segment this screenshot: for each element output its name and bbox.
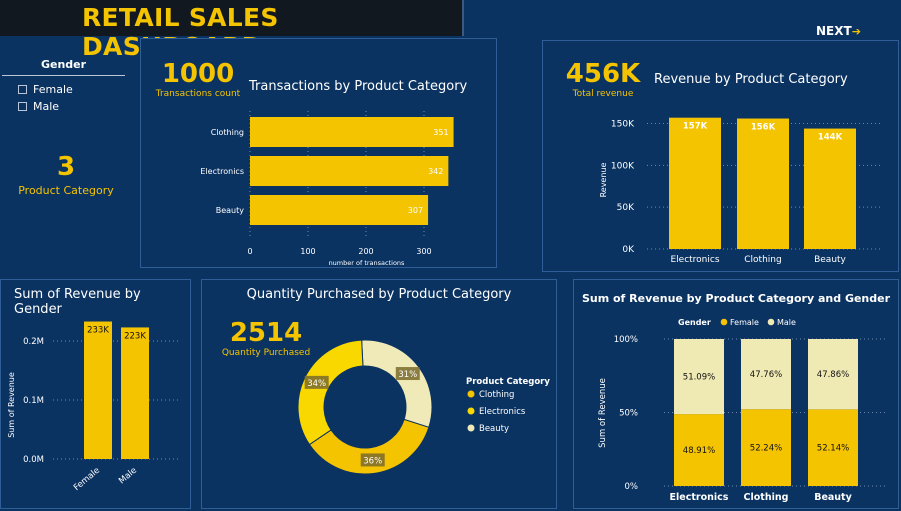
data-label: 31% <box>398 370 417 380</box>
data-label: 34% <box>307 379 326 389</box>
next-button[interactable]: NEXT➔ <box>816 24 861 38</box>
x-axis-label: number of transactions <box>329 259 405 267</box>
checkbox-icon <box>18 102 27 111</box>
transactions-chart: 0 100 200 300 Clothing 351 Electronics 342 Beaut… <box>200 111 454 267</box>
gender-revenue-chart: 0.0M 0.1M 0.2M 233K Female 223K Male Sum of Rev… <box>7 321 181 493</box>
x-tick-label: Clothing <box>744 255 781 265</box>
gender-slicer: Gender Female Male <box>2 58 125 113</box>
bar <box>250 117 454 147</box>
x-tick-label: 200 <box>358 247 373 256</box>
data-label: 52.24% <box>750 444 782 454</box>
y-tick-label: 100% <box>614 335 638 345</box>
x-tick-label: Electronics <box>670 492 729 503</box>
y-tick-label: 0.2M <box>23 337 44 347</box>
legend-marker <box>767 318 775 326</box>
legend-title: Product Category <box>466 377 550 387</box>
data-label: 52.14% <box>817 444 849 454</box>
checkbox-icon <box>18 85 27 94</box>
next-label: NEXT <box>816 24 852 38</box>
legend-label: Electronics <box>479 407 526 417</box>
stacked-revenue-panel: Sum of Revenue by Product Category and G… <box>573 279 899 509</box>
y-tick-label: 0K <box>622 245 635 255</box>
legend-marker <box>720 318 728 326</box>
data-label: 48.91% <box>683 446 715 456</box>
bar <box>84 321 112 459</box>
data-label: 307 <box>408 206 423 215</box>
legend-title: Gender <box>678 318 711 327</box>
data-label: 51.09% <box>683 373 715 383</box>
data-label: 156K <box>751 123 776 133</box>
y-tick-label: Beauty <box>216 206 245 215</box>
legend-label: Female <box>730 318 759 327</box>
legend-marker <box>467 407 475 415</box>
y-tick-label: 150K <box>611 120 635 130</box>
x-tick-label: 300 <box>416 247 431 256</box>
quantity-donut-chart: 31% 36% 34% Product Category Clothing Electro… <box>297 339 550 475</box>
kpi-label: Product Category <box>18 184 114 197</box>
legend-label: Male <box>777 318 796 327</box>
filter-option-male[interactable]: Male <box>18 100 125 113</box>
kpi-product-category: 3 Product Category <box>0 152 132 197</box>
transactions-panel: 1000 Transactions count Transactions by … <box>140 38 497 268</box>
x-tick-label: Beauty <box>814 492 852 503</box>
data-label: 157K <box>683 122 708 132</box>
y-tick-label: Clothing <box>211 128 244 137</box>
y-tick-label: 50% <box>619 409 638 419</box>
y-axis-label: Sum of Revenue <box>7 372 16 438</box>
filter-option-label: Male <box>33 100 60 113</box>
data-label: 47.86% <box>817 370 849 380</box>
y-axis-label: Sum of Revenue <box>598 378 608 448</box>
slicer-title: Gender <box>2 58 125 76</box>
y-tick-label: 100K <box>611 161 635 171</box>
bar <box>737 118 789 249</box>
x-tick-label: Beauty <box>814 255 846 265</box>
stacked-revenue-chart: 0% 50% 100% 48.91% 51.09% Electronics 52.24% 47… <box>598 318 886 503</box>
data-label: 342 <box>428 167 443 176</box>
arrow-right-icon: ➔ <box>851 25 861 38</box>
bar <box>121 327 149 459</box>
data-label: 36% <box>363 456 382 466</box>
x-tick-label: Female <box>72 466 102 493</box>
donut-slice <box>297 339 364 446</box>
data-label: 351 <box>433 128 448 137</box>
y-axis-label: Revenue <box>599 163 608 198</box>
donut-slice <box>361 339 433 428</box>
filter-option-female[interactable]: Female <box>18 83 125 96</box>
x-tick-label: Male <box>117 466 139 487</box>
data-label: 144K <box>818 133 843 143</box>
data-label: 233K <box>87 326 109 336</box>
bar <box>669 117 721 249</box>
y-tick-label: 50K <box>617 203 635 213</box>
y-tick-label: 0% <box>625 482 639 492</box>
y-tick-label: Electronics <box>200 167 244 176</box>
data-label: 47.76% <box>750 370 782 380</box>
y-tick-label: 0.0M <box>23 455 44 465</box>
revenue-category-panel: 456K Total revenue Revenue by Product Ca… <box>542 40 899 272</box>
legend-label: Clothing <box>479 390 514 400</box>
bar <box>250 195 429 225</box>
x-tick-label: 0 <box>247 247 252 256</box>
title-bar: RETAIL SALES DASHBOARD <box>0 0 464 61</box>
quantity-panel: Quantity Purchased by Product Category 2… <box>201 279 557 509</box>
revenue-category-chart: 0K 50K 100K 150K 157K Electronics 156K Clothing… <box>599 117 883 265</box>
filter-option-label: Female <box>33 83 73 96</box>
kpi-value: 3 <box>56 152 76 182</box>
y-tick-label: 0.1M <box>23 396 44 406</box>
legend-marker <box>467 390 475 398</box>
data-label: 223K <box>124 331 146 341</box>
legend-marker <box>467 424 475 432</box>
x-tick-label: Electronics <box>670 255 719 265</box>
bar <box>250 156 449 186</box>
x-tick-label: 100 <box>300 247 315 256</box>
bar <box>804 128 856 249</box>
legend-label: Beauty <box>479 424 509 434</box>
x-tick-label: Clothing <box>744 492 789 503</box>
gender-revenue-panel: Sum of Revenue by Gender 0.0M 0.1M 0.2M 233… <box>0 279 191 509</box>
